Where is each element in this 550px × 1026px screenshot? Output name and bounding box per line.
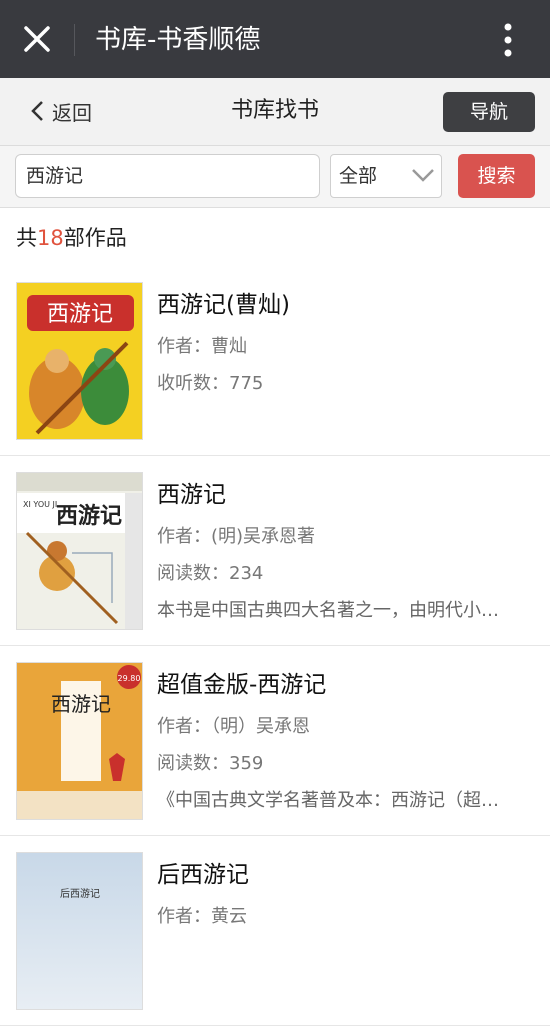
chevron-down-icon xyxy=(412,169,434,182)
result-count-prefix: 共 xyxy=(16,226,37,250)
close-icon[interactable] xyxy=(20,22,54,56)
book-author: 作者：(明)吴承恩著 xyxy=(157,526,316,547)
list-item[interactable]: 西游记 29.80 超值金版-西游记 作者：（明）吴承恩 阅读数：359 《中国… xyxy=(0,646,550,836)
book-cover: 西游记 xyxy=(16,282,143,440)
cover-title: 西游记 xyxy=(47,302,113,327)
list-item[interactable]: XI YOU JI 西游记 西游记 作者：(明)吴承恩著 阅读数：234 本书是… xyxy=(0,456,550,646)
search-input[interactable]: 西游记 xyxy=(15,154,320,198)
cover-price: 29.80 xyxy=(118,674,141,683)
list-item[interactable]: 西游记 西游记(曹灿) 作者：曹灿 收听数：775 xyxy=(0,266,550,456)
result-count-suffix: 部作品 xyxy=(63,226,127,250)
book-author: 作者：（明）吴承恩 xyxy=(157,716,310,737)
book-title[interactable]: 超值金版-西游记 xyxy=(157,668,537,702)
cover-title: 西游记 xyxy=(51,692,111,716)
list-item[interactable]: 后西游记 后西游记 作者：黄云 xyxy=(0,836,550,1026)
category-select[interactable]: 全部 xyxy=(330,154,442,198)
book-stat: 阅读数：359 xyxy=(157,753,264,774)
book-description: 本书是中国古典四大名著之一，由明代小… xyxy=(157,600,499,621)
book-stat: 阅读数：234 xyxy=(157,563,264,584)
book-list: 西游记 西游记(曹灿) 作者：曹灿 收听数：775 XI YOU JI 西游记 xyxy=(0,266,550,1026)
book-author: 作者：黄云 xyxy=(157,906,247,927)
cover-title: 后西游记 xyxy=(60,887,100,900)
book-cover: 西游记 29.80 xyxy=(16,662,143,820)
more-options-icon[interactable] xyxy=(496,20,520,60)
book-stat: 收听数：775 xyxy=(157,373,264,394)
book-title[interactable]: 西游记 xyxy=(157,478,537,512)
search-button[interactable]: 搜索 xyxy=(458,154,535,198)
nav-bar: 返回 书库找书 导航 xyxy=(0,78,550,146)
title-divider xyxy=(74,24,75,56)
book-title[interactable]: 西游记(曹灿) xyxy=(157,288,537,322)
book-cover: XI YOU JI 西游记 xyxy=(16,472,143,630)
book-cover: 后西游记 xyxy=(16,852,143,1010)
category-select-value: 全部 xyxy=(339,165,378,187)
book-title[interactable]: 后西游记 xyxy=(157,858,537,892)
cover-title: 西游记 xyxy=(56,503,122,529)
app-title-bar: 书库-书香顺德 xyxy=(0,0,550,78)
search-bar: 西游记 全部 搜索 xyxy=(0,146,550,208)
book-author: 作者：曹灿 xyxy=(157,336,247,357)
cover-pinyin: XI YOU JI xyxy=(23,500,57,509)
book-description: 《中国古典文学名著普及本：西游记（超… xyxy=(157,790,499,811)
navigation-button[interactable]: 导航 xyxy=(443,92,535,132)
result-count: 共18部作品 xyxy=(16,222,127,254)
window-title: 书库-书香顺德 xyxy=(95,25,261,55)
result-count-number: 18 xyxy=(37,226,64,250)
